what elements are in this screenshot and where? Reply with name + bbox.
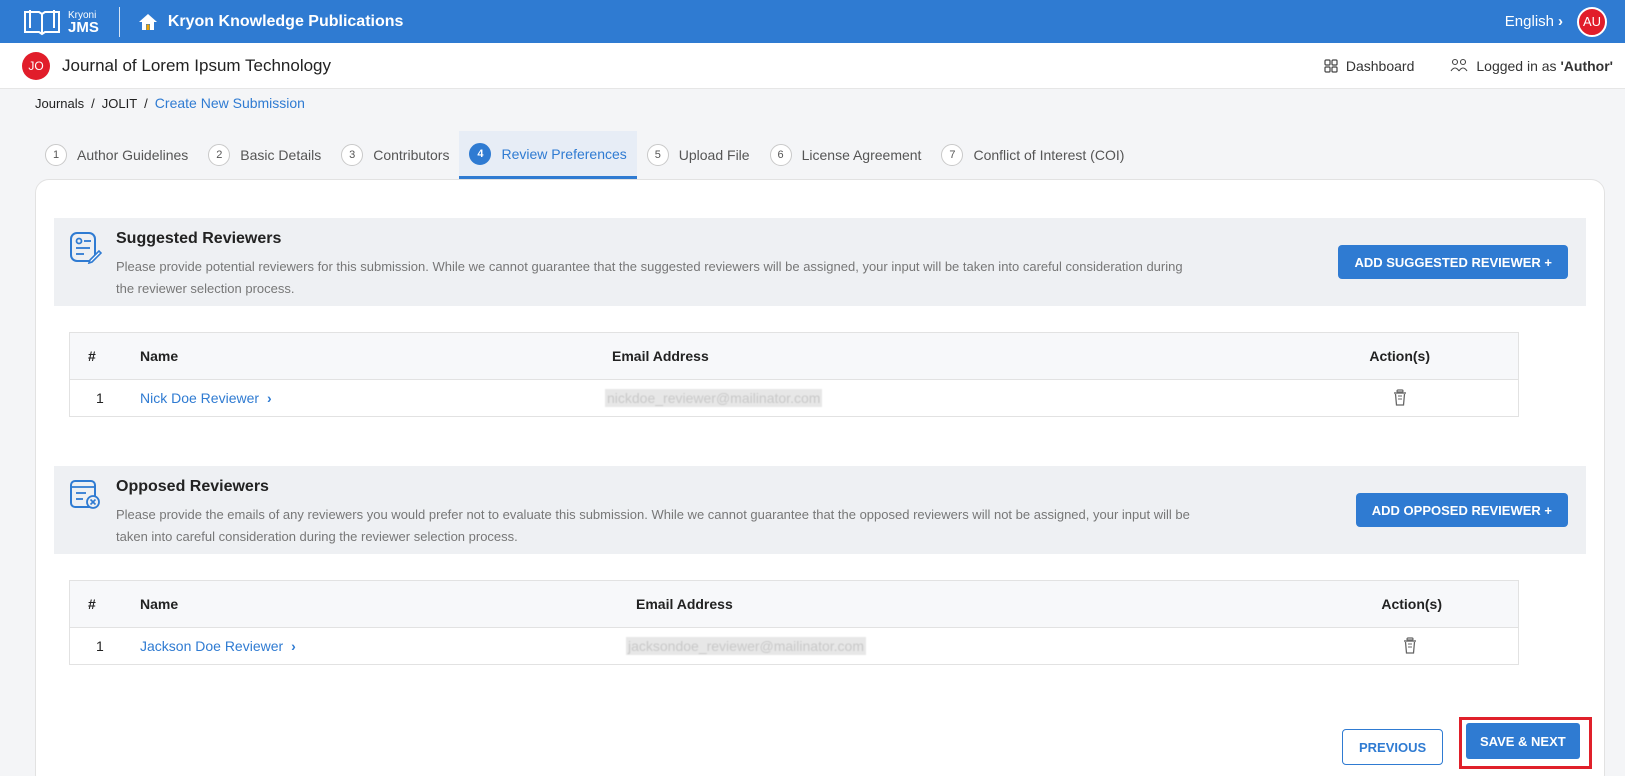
step-upload-file[interactable]: 5 Upload File — [637, 131, 760, 179]
step-basic-details[interactable]: 2 Basic Details — [198, 131, 331, 179]
table-header: # Name Email Address Action(s) — [70, 333, 1518, 380]
delete-reviewer-button[interactable] — [1402, 628, 1418, 664]
chevron-right-icon: › — [1558, 13, 1563, 30]
table-row: 1 Nick Doe Reviewer › nickdoe_reviewer@ma… — [70, 380, 1518, 416]
review-preferences-card: Suggested Reviewers Please provide poten… — [35, 179, 1605, 776]
journal-title: Journal of Lorem Ipsum Technology — [62, 55, 332, 75]
opposed-reviewers-section: Opposed Reviewers Please provide the ema… — [54, 466, 1586, 554]
trash-icon — [1404, 637, 1416, 654]
reviewer-name-link[interactable]: Nick Doe Reviewer › — [140, 380, 272, 416]
logo-big-text: JMS — [68, 18, 99, 36]
reviewer-email: jacksondoe_reviewer@mailinator.com — [626, 637, 866, 655]
app-logo[interactable]: Kryoni JMS — [0, 0, 99, 43]
breadcrumb-jolit[interactable]: JOLIT — [102, 96, 137, 111]
opposed-list-icon — [70, 480, 100, 509]
dashboard-link[interactable]: Dashboard — [1324, 58, 1414, 74]
language-selector[interactable]: English › — [1505, 13, 1563, 30]
previous-button[interactable]: PREVIOUS — [1342, 729, 1444, 765]
step-license-agreement[interactable]: 6 License Agreement — [760, 131, 932, 179]
reviewer-email: nickdoe_reviewer@mailinator.com — [605, 389, 823, 407]
app-header: Kryoni JMS Kryon Knowledge Publications … — [0, 0, 1625, 43]
add-opposed-reviewer-button[interactable]: ADD OPPOSED REVIEWER + — [1355, 493, 1568, 527]
home-icon — [138, 13, 157, 30]
step-contributors[interactable]: 3 Contributors — [331, 131, 459, 179]
suggested-reviewers-description: Please provide potential reviewers for t… — [116, 259, 1183, 296]
step-author-guidelines[interactable]: 1 Author Guidelines — [35, 131, 198, 179]
reviewer-name-link[interactable]: Jackson Doe Reviewer › — [140, 628, 296, 664]
chevron-right-icon: › — [267, 390, 272, 406]
step-review-preferences[interactable]: 4 Review Preferences — [459, 131, 637, 179]
suggested-reviewers-table: # Name Email Address Action(s) 1 Nick Do… — [69, 332, 1519, 417]
reviewer-list-icon — [70, 232, 102, 264]
trash-icon — [1394, 389, 1406, 406]
save-next-button[interactable]: SAVE & NEXT — [1466, 723, 1580, 759]
add-suggested-reviewer-button[interactable]: ADD SUGGESTED REVIEWER + — [1338, 245, 1568, 279]
step-conflict-of-interest[interactable]: 7 Conflict of Interest (COI) — [931, 131, 1134, 179]
user-avatar[interactable]: AU — [1577, 6, 1607, 37]
app-title[interactable]: Kryon Knowledge Publications — [168, 13, 404, 31]
opposed-reviewers-title: Opposed Reviewers — [116, 478, 269, 495]
submission-steps: 1 Author Guidelines 2 Basic Details 3 Contr… — [35, 131, 1134, 179]
delete-reviewer-button[interactable] — [1392, 380, 1408, 416]
opposed-reviewers-table: # Name Email Address Action(s) 1 Jackson… — [69, 580, 1519, 665]
breadcrumb-journals[interactable]: Journals — [35, 96, 84, 111]
header-divider — [118, 6, 120, 37]
table-header: # Name Email Address Action(s) — [70, 581, 1518, 628]
logged-in-role: 'Author' — [1560, 57, 1613, 74]
journal-bar: JO Journal of Lorem Ipsum Technology Das… — [0, 43, 1625, 89]
table-row: 1 Jackson Doe Reviewer › jacksondoe_revie… — [70, 628, 1518, 664]
opposed-reviewers-description: Please provide the emails of any reviewe… — [116, 507, 1190, 544]
logged-in-status: Logged in as 'Author' — [1450, 58, 1613, 74]
grid-icon — [1324, 58, 1338, 73]
suggested-reviewers-title: Suggested Reviewers — [116, 230, 282, 247]
chevron-right-icon: › — [291, 638, 296, 654]
book-logo-icon — [24, 9, 60, 35]
users-icon — [1450, 58, 1468, 71]
suggested-reviewers-section: Suggested Reviewers Please provide poten… — [54, 218, 1586, 306]
breadcrumb-current: Create New Submission — [154, 95, 305, 111]
breadcrumb: Journals / JOLIT / Create New Submission — [35, 95, 305, 111]
journal-avatar: JO — [22, 51, 50, 80]
